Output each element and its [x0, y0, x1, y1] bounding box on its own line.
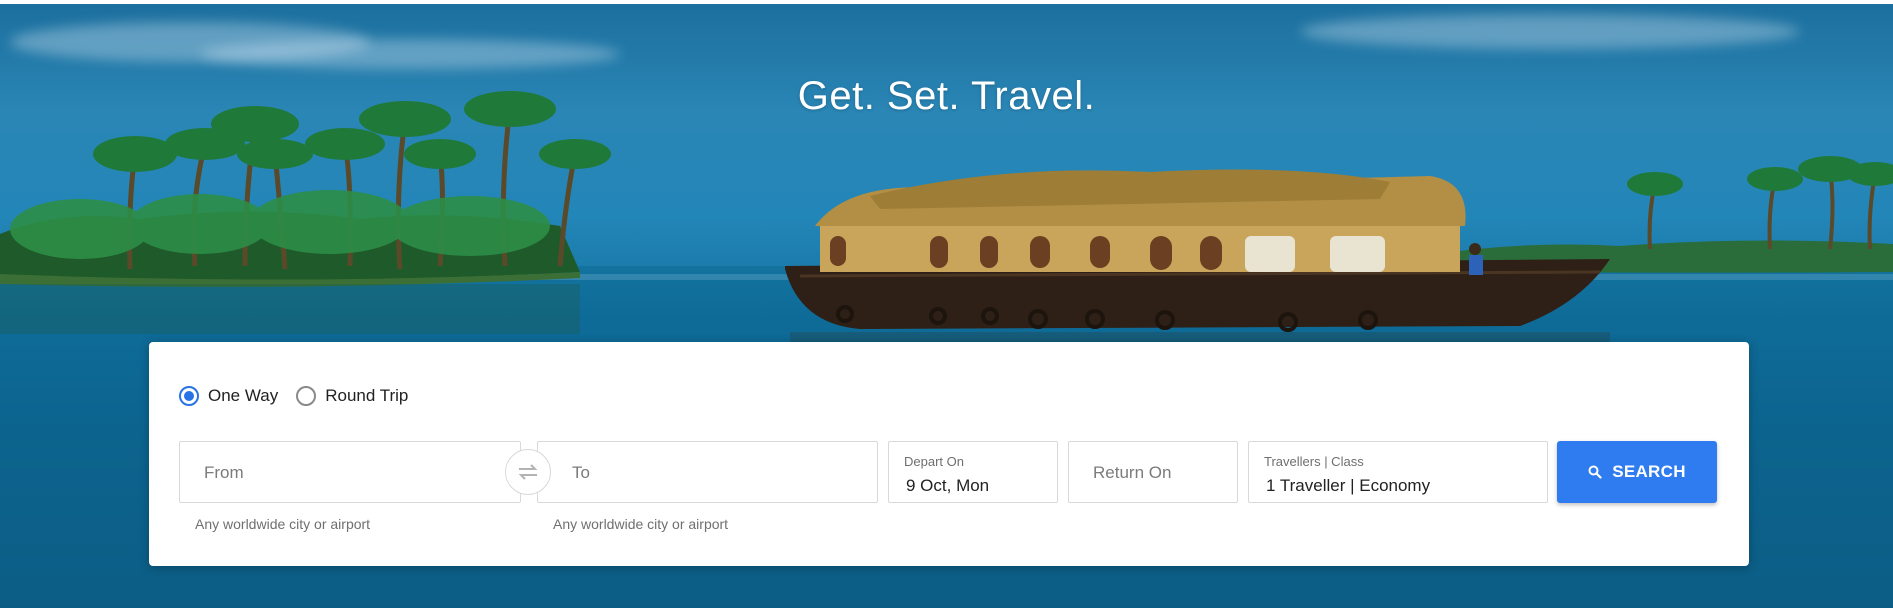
radio-unchecked-icon[interactable]	[296, 386, 317, 406]
to-placeholder: To	[572, 463, 590, 482]
travellers-class-label: Travellers | Class	[1264, 454, 1364, 469]
from-placeholder: From	[204, 463, 244, 482]
swap-arrows-icon	[518, 464, 538, 480]
trip-type-radio-group: One Way Round Trip	[179, 386, 426, 406]
depart-on-label: Depart On	[904, 454, 964, 469]
depart-on-field[interactable]: Depart On 9 Oct, Mon	[888, 441, 1058, 503]
to-field[interactable]: To	[537, 441, 878, 503]
search-button[interactable]: SEARCH	[1557, 441, 1717, 503]
search-button-label: SEARCH	[1612, 462, 1686, 481]
round-trip-option[interactable]: Round Trip	[296, 386, 408, 406]
travellers-class-field[interactable]: Travellers | Class 1 Traveller | Economy	[1248, 441, 1548, 503]
from-hint: Any worldwide city or airport	[195, 516, 371, 532]
to-hint: Any worldwide city or airport	[553, 516, 729, 532]
radio-checked-icon[interactable]	[179, 386, 199, 406]
search-icon	[1588, 465, 1602, 479]
travellers-class-value: 1 Traveller | Economy	[1266, 476, 1431, 495]
flight-search-card: One Way Round Trip From Any worldwide ci…	[149, 342, 1749, 566]
return-on-field[interactable]: Return On	[1068, 441, 1238, 503]
round-trip-label: Round Trip	[325, 386, 409, 405]
from-field[interactable]: From	[179, 441, 521, 503]
one-way-option[interactable]: One Way	[179, 386, 278, 406]
return-on-placeholder: Return On	[1093, 463, 1172, 482]
depart-on-value: 9 Oct, Mon	[906, 476, 990, 495]
one-way-label: One Way	[208, 386, 279, 405]
swap-button[interactable]	[505, 449, 551, 495]
hero-headline: Get. Set. Travel.	[797, 74, 1096, 118]
